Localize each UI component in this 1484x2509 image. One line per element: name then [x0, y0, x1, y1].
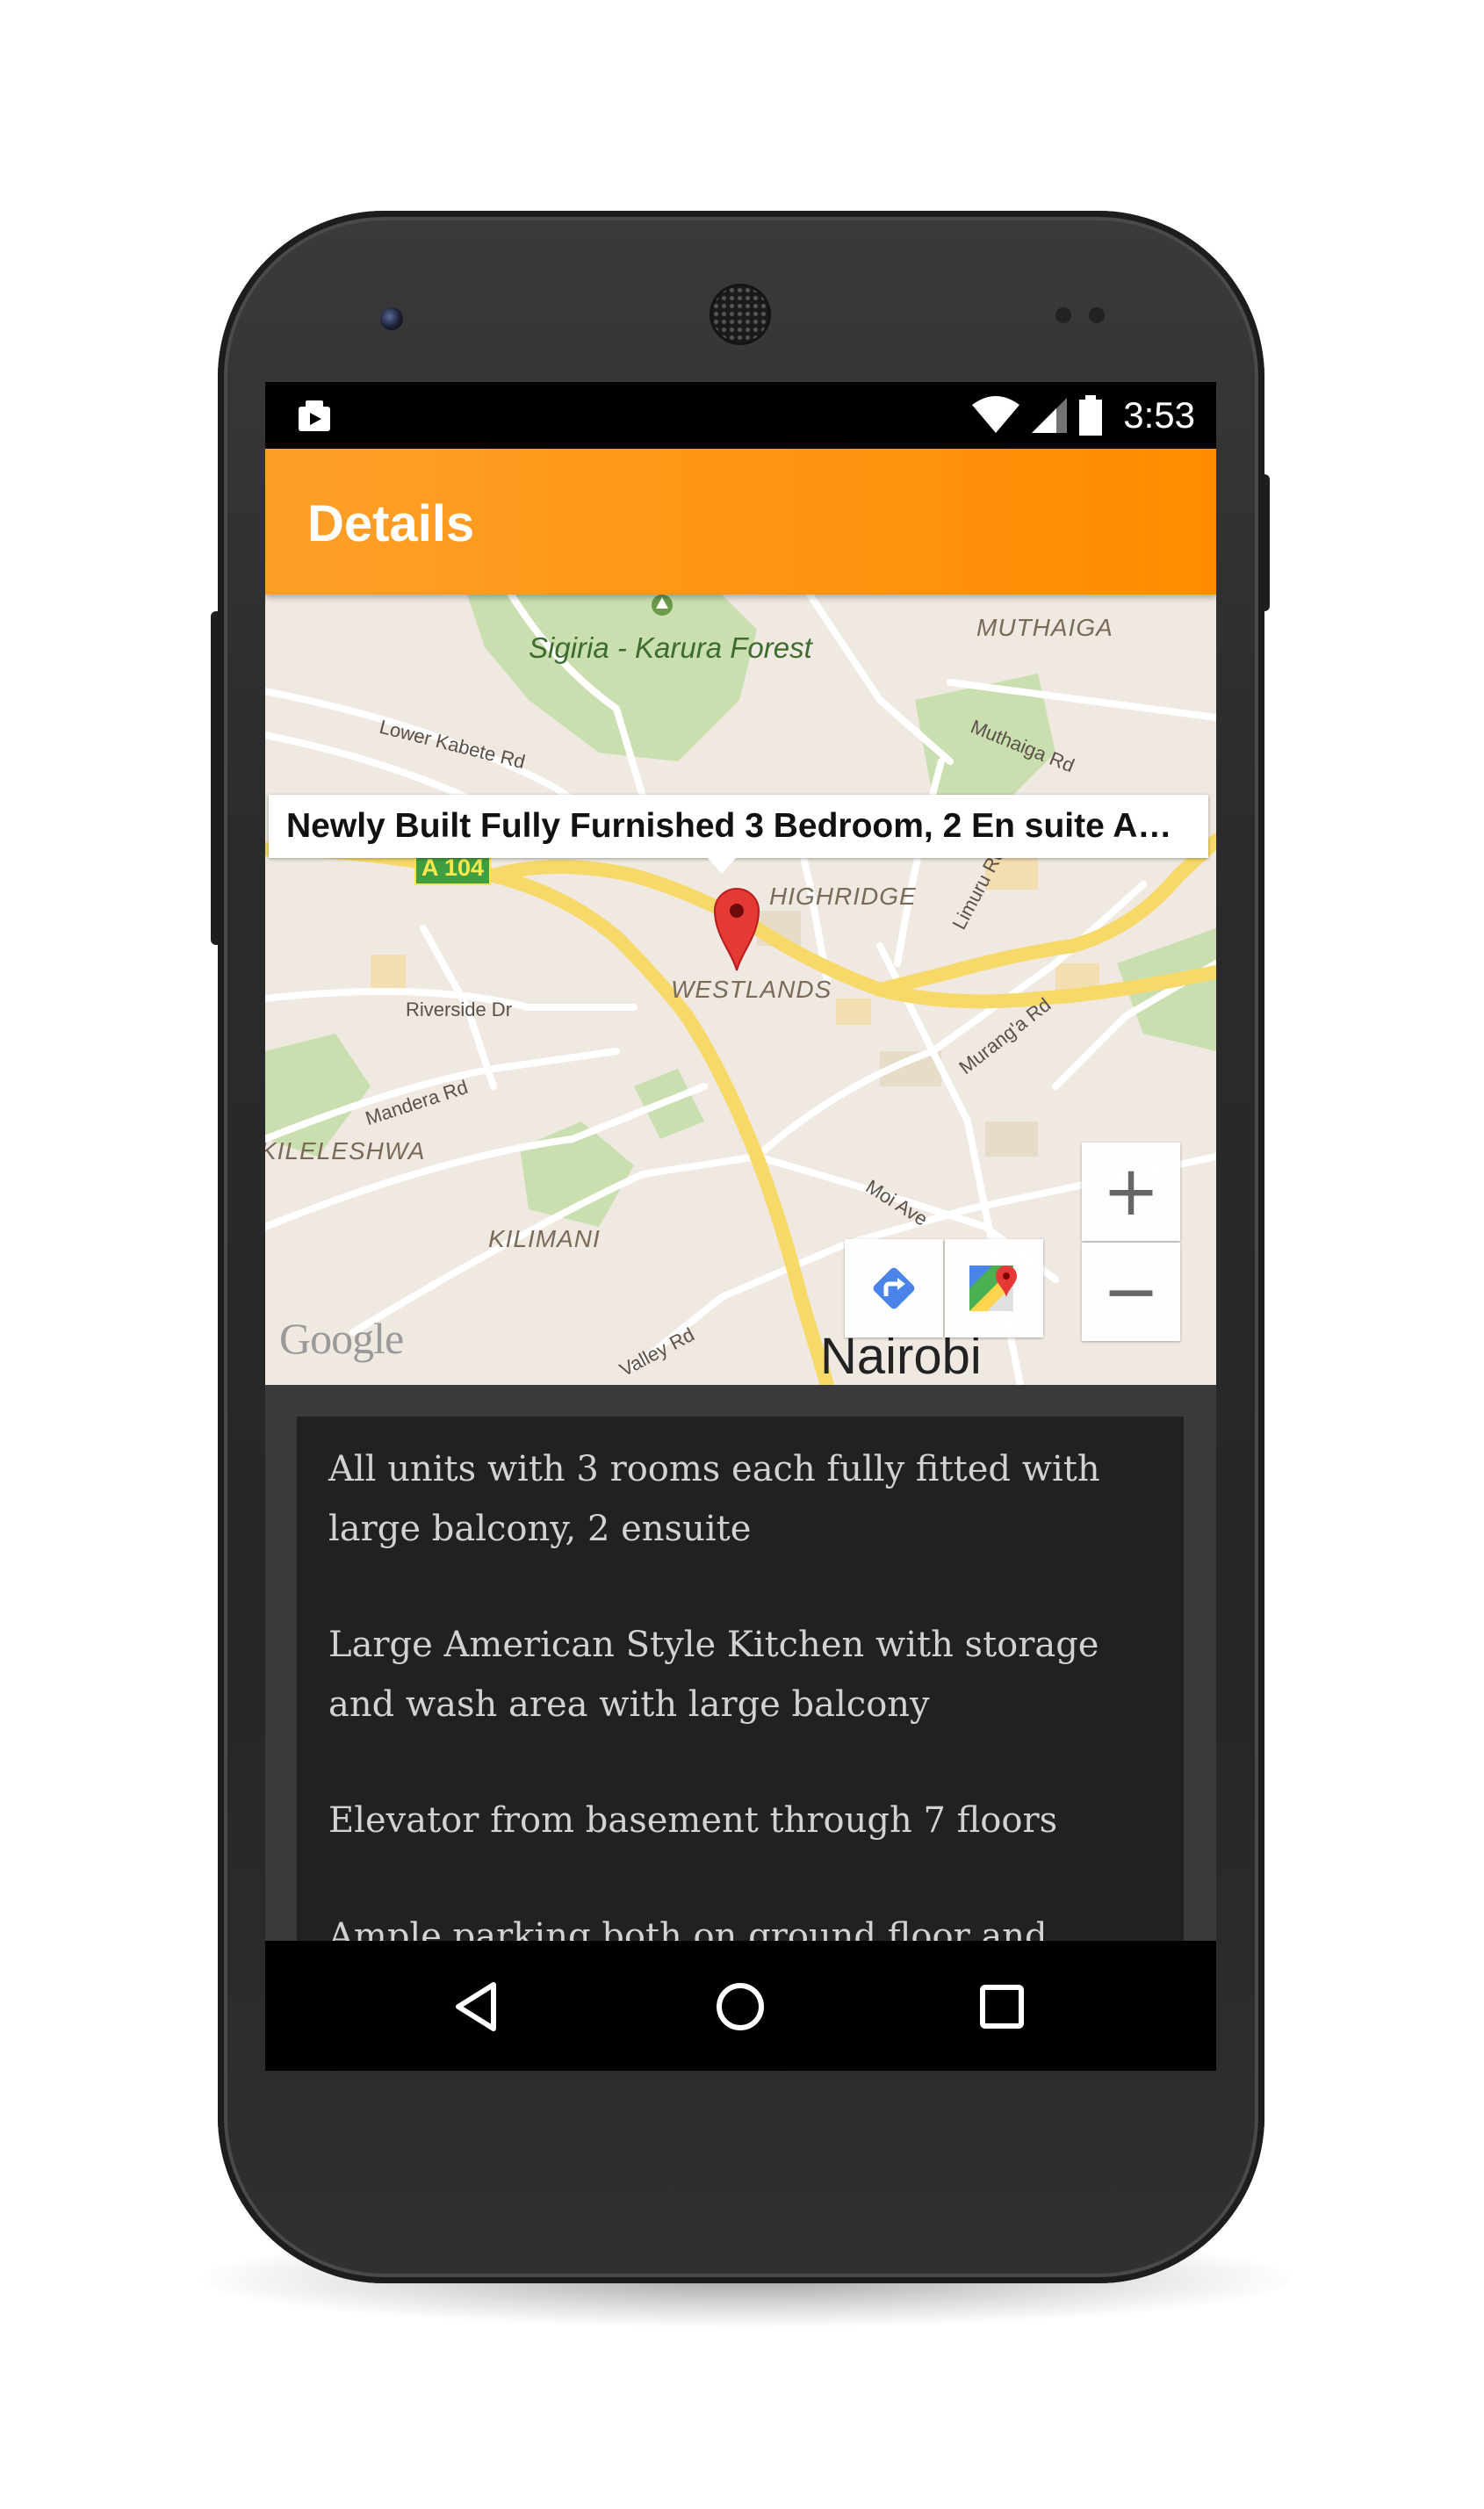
system-nav-bar — [265, 1941, 1216, 2071]
signal-icon — [1032, 398, 1068, 433]
recents-icon[interactable] — [975, 1979, 1029, 2034]
light-sensor — [1089, 307, 1105, 323]
status-clock: 3:53 — [1123, 394, 1195, 436]
map-label-muthaiga: MUTHAIGA — [976, 614, 1113, 641]
marker-info-window[interactable]: Newly Built Fully Furnished 3 Bedroom, 2… — [269, 795, 1208, 874]
home-icon[interactable] — [713, 1979, 767, 2034]
map-label-westlands: WESTLANDS — [671, 976, 832, 1003]
google-maps-icon — [969, 1265, 1017, 1311]
description-paragraph-1: All units with 3 rooms each fully fitted… — [328, 1449, 1100, 1549]
page-title: Details — [307, 495, 475, 552]
google-attribution: Google — [279, 1314, 404, 1363]
map-view[interactable]: Sigiria - Karura Forest MUTHAIGA Lower K… — [265, 595, 1216, 1385]
plus-icon: + — [1102, 1152, 1160, 1231]
camera-roll-icon — [299, 400, 330, 431]
zoom-out-button[interactable]: − — [1082, 1243, 1180, 1341]
map-marker-icon[interactable] — [711, 884, 762, 972]
map-label-kilimani: KILIMANI — [488, 1225, 601, 1252]
map-label-riverside: Riverside Dr — [406, 999, 513, 1020]
park-tree-icon — [652, 595, 673, 616]
open-in-maps-button[interactable] — [945, 1239, 1043, 1337]
map-label-forest: Sigiria - Karura Forest — [529, 631, 812, 664]
directions-icon — [873, 1267, 915, 1309]
front-camera — [380, 307, 403, 330]
battery-icon — [1079, 395, 1103, 436]
description-paragraph-3: Elevator from basement through 7 floors — [328, 1800, 1058, 1841]
map-label-kileleshwa: KILELESHWA — [265, 1137, 426, 1164]
zoom-in-button[interactable]: + — [1082, 1143, 1180, 1241]
description-paragraph-2: Large American Style Kitchen with storag… — [328, 1625, 1099, 1725]
screen: 3:53 Details Sigiria - Karura Forest MUT… — [265, 382, 1216, 2071]
earpiece-speaker — [712, 286, 768, 342]
back-icon[interactable] — [450, 1979, 504, 2034]
status-bar: 3:53 — [265, 382, 1216, 449]
proximity-sensor — [1055, 307, 1071, 323]
directions-button[interactable] — [845, 1239, 943, 1337]
minus-icon: − — [1102, 1252, 1160, 1331]
wifi-icon — [972, 396, 1020, 433]
map-label-highridge: HIGHRIDGE — [769, 883, 917, 910]
info-window-title: Newly Built Fully Furnished 3 Bedroom, 2… — [286, 807, 1191, 845]
app-bar: Details — [265, 449, 1216, 595]
